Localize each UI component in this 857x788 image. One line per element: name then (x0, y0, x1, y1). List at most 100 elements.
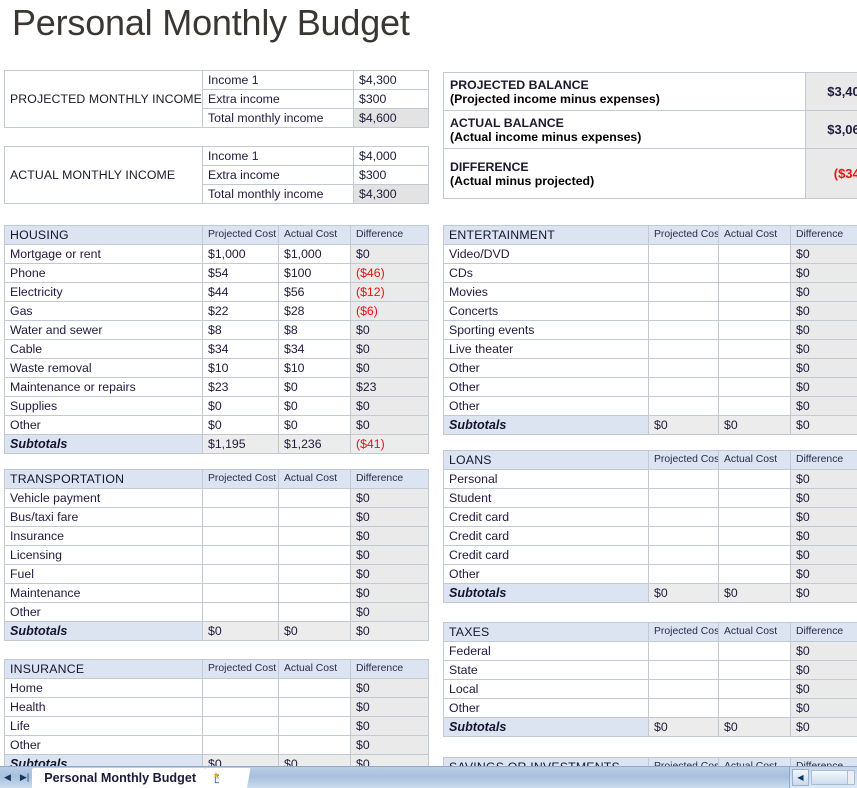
expense-name-cell[interactable]: Phone (5, 264, 203, 283)
table-row[interactable]: Local$0 (444, 680, 857, 699)
table-row[interactable]: Other$0 (444, 565, 857, 584)
projected-cost-cell[interactable] (649, 397, 719, 416)
actual-cost-cell[interactable]: $1,000 (279, 245, 351, 264)
projected-cost-cell[interactable] (649, 680, 719, 699)
expense-name-cell[interactable]: Movies (444, 283, 649, 302)
balance-row-actual[interactable]: ACTUAL BALANCE (Actual income minus expe… (444, 111, 857, 149)
actual-cost-cell[interactable] (719, 378, 791, 397)
table-row[interactable]: Health$0 (5, 698, 429, 717)
expense-name-cell[interactable]: Waste removal (5, 359, 203, 378)
expense-name-cell[interactable]: Licensing (5, 546, 203, 565)
expense-name-cell[interactable]: CDs (444, 264, 649, 283)
actual-cost-cell[interactable] (279, 508, 351, 527)
projected-cost-cell[interactable] (203, 698, 279, 717)
projected-cost-cell[interactable] (649, 565, 719, 584)
table-row[interactable]: PROJECTED MONTHLY INCOME Income 1 $4,300 (5, 71, 429, 90)
table-row[interactable]: Maintenance$0 (5, 584, 429, 603)
projected-cost-cell[interactable] (649, 470, 719, 489)
actual-cost-cell[interactable] (279, 546, 351, 565)
expense-name-cell[interactable]: Gas (5, 302, 203, 321)
expense-name-cell[interactable]: State (444, 661, 649, 680)
actual-cost-cell[interactable] (279, 679, 351, 698)
projected-cost-cell[interactable]: $1,000 (203, 245, 279, 264)
table-row[interactable]: Insurance$0 (5, 527, 429, 546)
balance-row-projected[interactable]: PROJECTED BALANCE (Projected income minu… (444, 73, 857, 111)
actual-cost-cell[interactable] (719, 546, 791, 565)
actual-cost-cell[interactable] (719, 470, 791, 489)
actual-cost-cell[interactable]: $0 (279, 378, 351, 397)
expense-name-cell[interactable]: Fuel (5, 565, 203, 584)
actual-cost-cell[interactable] (279, 736, 351, 755)
table-row[interactable]: Home$0 (5, 679, 429, 698)
projected-cost-cell[interactable]: $22 (203, 302, 279, 321)
actual-cost-cell[interactable] (719, 642, 791, 661)
actual-cost-cell[interactable] (279, 603, 351, 622)
actual-cost-cell[interactable] (279, 565, 351, 584)
table-row[interactable]: Fuel$0 (5, 565, 429, 584)
expense-name-cell[interactable]: Credit card (444, 546, 649, 565)
expense-name-cell[interactable]: Life (5, 717, 203, 736)
projected-cost-cell[interactable] (649, 283, 719, 302)
expense-name-cell[interactable]: Concerts (444, 302, 649, 321)
actual-cost-cell[interactable]: $56 (279, 283, 351, 302)
actual-cost-cell[interactable] (719, 527, 791, 546)
table-row[interactable]: Other$0$0$0 (5, 416, 429, 435)
projected-cost-cell[interactable] (203, 679, 279, 698)
projected-cost-cell[interactable]: $0 (203, 397, 279, 416)
expense-name-cell[interactable]: Vehicle payment (5, 489, 203, 508)
table-row[interactable]: Waste removal$10$10$0 (5, 359, 429, 378)
actual-cost-cell[interactable] (279, 527, 351, 546)
actual-cost-cell[interactable] (719, 264, 791, 283)
expense-name-cell[interactable]: Other (444, 359, 649, 378)
expense-name-cell[interactable]: Insurance (5, 527, 203, 546)
actual-cost-cell[interactable] (719, 340, 791, 359)
table-row[interactable]: Federal$0 (444, 642, 857, 661)
actual-cost-cell[interactable] (279, 698, 351, 717)
projected-cost-cell[interactable] (649, 642, 719, 661)
table-row[interactable]: State$0 (444, 661, 857, 680)
projected-cost-cell[interactable]: $54 (203, 264, 279, 283)
expense-name-cell[interactable]: Bus/taxi fare (5, 508, 203, 527)
table-row[interactable]: ACTUAL MONTHLY INCOME Income 1 $4,000 (5, 147, 429, 166)
actual-cost-cell[interactable] (279, 489, 351, 508)
expense-name-cell[interactable]: Other (444, 397, 649, 416)
table-row[interactable]: Bus/taxi fare$0 (5, 508, 429, 527)
expense-name-cell[interactable]: Maintenance or repairs (5, 378, 203, 397)
actual-cost-cell[interactable]: $0 (279, 416, 351, 435)
projected-cost-cell[interactable]: $44 (203, 283, 279, 302)
table-row[interactable]: Credit card$0 (444, 546, 857, 565)
sheet-tab-personal-monthly-budget[interactable]: Personal Monthly Budget (32, 768, 206, 788)
actual-cost-cell[interactable]: $34 (279, 340, 351, 359)
horizontal-scrollbar[interactable]: ◀ (789, 766, 857, 788)
expense-name-cell[interactable]: Other (444, 565, 649, 584)
projected-cost-cell[interactable] (649, 359, 719, 378)
table-row[interactable]: Credit card$0 (444, 508, 857, 527)
insert-worksheet-tab[interactable] (206, 768, 232, 788)
table-row[interactable]: Concerts$0 (444, 302, 857, 321)
actual-cost-cell[interactable] (719, 508, 791, 527)
expense-name-cell[interactable]: Local (444, 680, 649, 699)
projected-cost-cell[interactable] (649, 245, 719, 264)
table-row[interactable]: Other$0 (5, 736, 429, 755)
projected-cost-cell[interactable] (203, 584, 279, 603)
table-row[interactable]: Other$0 (444, 359, 857, 378)
table-row[interactable]: Mortgage or rent$1,000$1,000$0 (5, 245, 429, 264)
projected-cost-cell[interactable] (203, 527, 279, 546)
expense-name-cell[interactable]: Other (5, 603, 203, 622)
expense-name-cell[interactable]: Electricity (5, 283, 203, 302)
expense-name-cell[interactable]: Mortgage or rent (5, 245, 203, 264)
last-sheet-arrow-icon[interactable]: ▶| (20, 773, 29, 782)
projected-cost-cell[interactable] (649, 699, 719, 718)
projected-cost-cell[interactable] (203, 603, 279, 622)
actual-cost-cell[interactable] (719, 397, 791, 416)
table-row[interactable]: Sporting events$0 (444, 321, 857, 340)
table-row[interactable]: Vehicle payment$0 (5, 489, 429, 508)
expense-name-cell[interactable]: Live theater (444, 340, 649, 359)
projected-cost-cell[interactable]: $10 (203, 359, 279, 378)
table-row[interactable]: Water and sewer$8$8$0 (5, 321, 429, 340)
expense-name-cell[interactable]: Supplies (5, 397, 203, 416)
projected-cost-cell[interactable] (203, 546, 279, 565)
expense-name-cell[interactable]: Water and sewer (5, 321, 203, 340)
expense-name-cell[interactable]: Home (5, 679, 203, 698)
projected-cost-cell[interactable] (203, 508, 279, 527)
